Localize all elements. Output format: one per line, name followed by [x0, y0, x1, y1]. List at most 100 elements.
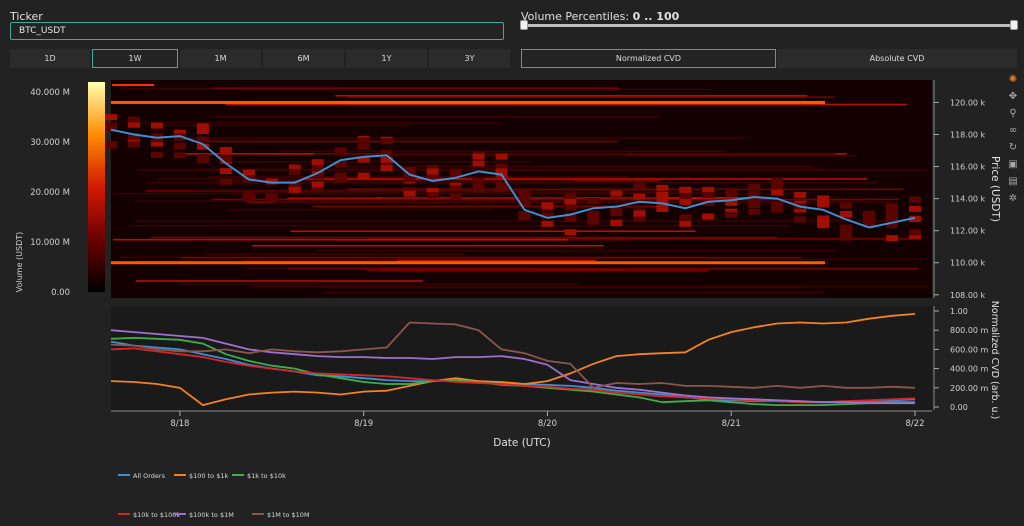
colorbar-title: Volume (USDT): [15, 232, 24, 293]
heatmap-cell: [587, 198, 600, 205]
heatmap-band: [211, 87, 620, 89]
heatmap-cell: [771, 189, 784, 196]
cvd-axis-title: Normalized CVD (arb. u.): [989, 301, 1000, 420]
legend-label: $100 to $1k: [189, 472, 228, 480]
heatmap-cell: [357, 143, 370, 150]
heatmap-band: [150, 236, 778, 239]
heatmap-cell: [265, 194, 278, 201]
price-tick-label: 114.00 k: [950, 195, 986, 204]
heatmap-cell: [449, 193, 462, 200]
hover-icon[interactable]: ▤: [1006, 174, 1020, 188]
heatmap-cell: [196, 153, 209, 160]
heatmap-cell: [748, 190, 761, 197]
cvd-tick-label: 200.00 m: [950, 384, 989, 393]
heatmap-band: [251, 285, 928, 288]
heatmap-cell: [886, 214, 899, 221]
heatmap-band: [179, 137, 746, 139]
plotly-logo-icon[interactable]: ✺: [1006, 72, 1020, 86]
heatmap-band: [180, 256, 802, 259]
heatmap-cell: [105, 122, 117, 129]
heatmap-cell: [840, 211, 853, 218]
heatmap-cell: [449, 185, 462, 192]
colorbar-tick-label: 30.000 M: [30, 138, 70, 148]
heatmap-cell: [610, 219, 623, 226]
heatmap-cell: [127, 121, 140, 128]
cvd-chart: 0.00 10.000 M 20.000 M 30.000 M 40.000 M Volu…: [15, 80, 1001, 519]
cvd-tick-label: 400.00 m: [950, 365, 989, 374]
heatmap-cell: [702, 213, 715, 220]
lasso-icon[interactable]: ∞: [1006, 123, 1020, 137]
heatmap-cell: [817, 218, 830, 225]
heatmap-cell: [518, 189, 531, 196]
heatmap-cell: [334, 148, 347, 155]
heatmap-cell: [403, 190, 416, 197]
x-tick-label: 8/18: [170, 419, 189, 429]
heatmap-cell: [311, 181, 324, 188]
heatmap-cell: [771, 183, 784, 190]
heatmap-band: [113, 238, 568, 241]
heatmap-strong-level: [111, 100, 825, 104]
heatmap-cell: [242, 193, 255, 200]
heatmap-cell: [771, 177, 784, 184]
heatmap-cell: [219, 146, 232, 153]
heatmap-cell: [587, 211, 600, 218]
heatmap-cell: [127, 116, 140, 123]
heatmap-cell: [357, 137, 370, 144]
heatmap-cell: [817, 200, 830, 207]
legend-label: $1k to $10k: [247, 472, 286, 480]
heatmap-cell: [242, 169, 255, 176]
heatmap-cell: [541, 220, 554, 227]
heatmap-band: [231, 191, 712, 193]
heatmap-cell: [748, 197, 761, 204]
heatmap-band: [287, 267, 919, 270]
price-tick-label: 112.00 k: [950, 227, 986, 236]
heatmap-cell: [380, 138, 393, 145]
colorbar-tick-label: 20.000 M: [30, 188, 70, 198]
heatmap-cell: [472, 160, 485, 167]
heatmap-cell: [886, 207, 899, 214]
heatmap-band: [336, 154, 857, 157]
heatmap-cell: [840, 202, 853, 209]
heatmap-cell: [288, 168, 301, 175]
legend-label: $1M to $10M: [267, 511, 310, 519]
heatmap-band: [180, 283, 579, 285]
heatmap-cell: [840, 230, 853, 237]
heatmap-band: [316, 250, 837, 252]
spike-icon[interactable]: ✲: [1006, 191, 1020, 205]
heatmap-band: [214, 116, 660, 118]
colorbar-gradient: [88, 82, 105, 292]
heatmap-cell: [564, 198, 577, 205]
legend-label: All Orders: [133, 472, 166, 480]
heatmap-cell: [150, 151, 163, 158]
x-tick-label: 8/21: [722, 419, 741, 429]
heatmap-band: [323, 291, 824, 294]
heatmap-band: [191, 140, 618, 143]
heatmap-cell: [219, 168, 232, 175]
heatmap-cell: [679, 198, 692, 205]
heatmap-cell: [909, 196, 921, 203]
x-tick-label: 8/19: [354, 419, 373, 429]
x-tick-label: 8/20: [538, 419, 557, 429]
heatmap-band: [228, 208, 493, 211]
colorbar-tick-label: 0.00: [51, 288, 70, 298]
heatmap-cell: [495, 181, 508, 188]
heatmap-strong-level: [112, 84, 154, 86]
heatmap-cell: [173, 152, 186, 159]
heatmap-strong-level: [111, 261, 825, 265]
reset-icon[interactable]: ↻: [1006, 140, 1020, 154]
heatmap-cell: [656, 204, 669, 211]
heatmap-cell: [702, 192, 715, 199]
save-icon[interactable]: ▣: [1006, 157, 1020, 171]
pan-icon[interactable]: ✥: [1006, 89, 1020, 103]
heatmap-band: [136, 122, 502, 124]
zoom-icon[interactable]: ⚲: [1006, 106, 1020, 120]
heatmap-cell: [610, 190, 623, 197]
cvd-tick-label: 800.00 m: [950, 326, 989, 335]
heatmap-cell: [564, 204, 577, 211]
heatmap-band: [290, 230, 696, 233]
heatmap-cell: [909, 229, 921, 236]
cvd-tick-label: 0.00: [950, 403, 968, 412]
legend-label: $10k to $100k: [133, 511, 180, 519]
heatmap-cell: [633, 210, 646, 217]
x-axis-title: Date (UTC): [493, 437, 550, 449]
